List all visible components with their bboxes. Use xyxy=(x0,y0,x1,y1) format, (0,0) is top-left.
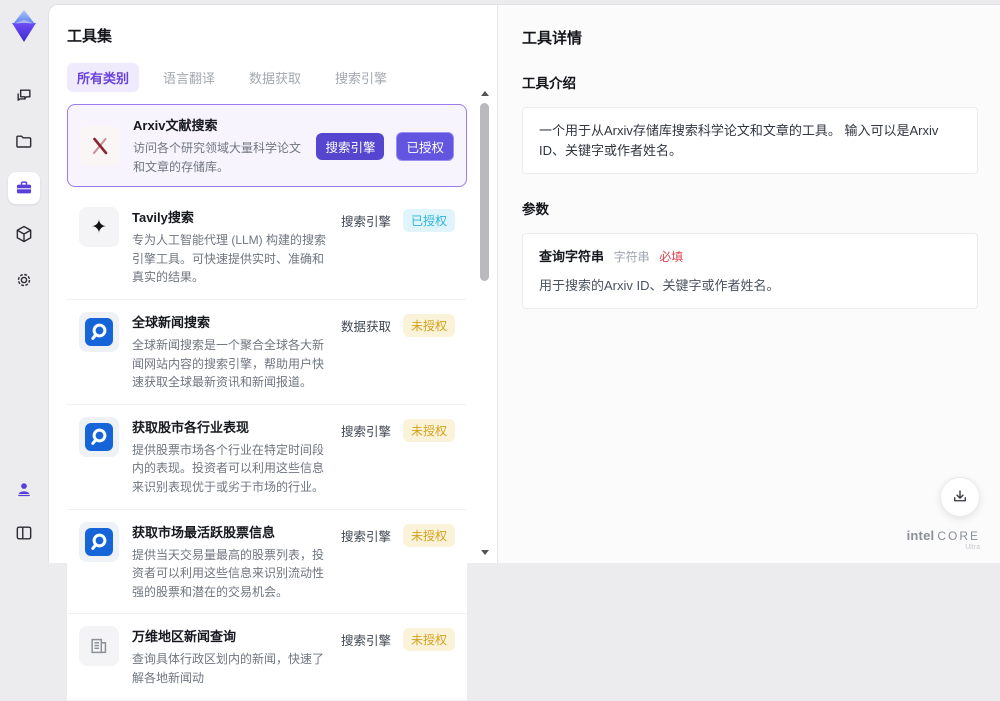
intel-wordmark: intel xyxy=(907,528,935,543)
intro-text: 一个用于从Arxiv存储库搜索科学论文和文章的工具。 输入可以是Arxiv ID… xyxy=(539,123,938,158)
tool-row-arxiv[interactable]: Arxiv文献搜索 访问各个研究领域大量科学论文和文章的存储库。 搜索引擎 已授… xyxy=(67,104,467,187)
tool-info: 获取股市各行业表现 提供股票市场各个行业在特定时间段内的表现。投资者可以利用这些… xyxy=(132,417,328,497)
newspaper-icon xyxy=(79,626,119,666)
tab-data-fetch[interactable]: 数据获取 xyxy=(239,63,311,92)
tool-row-sector-performance[interactable]: 获取股市各行业表现 提供股票市场各个行业在特定时间段内的表现。投资者可以利用这些… xyxy=(67,405,467,510)
folder-icon xyxy=(14,132,34,152)
tool-description: 提供股票市场各个行业在特定时间段内的表现。投资者可以利用这些信息来识别表现优于或… xyxy=(132,441,328,497)
gear-icon xyxy=(14,270,34,290)
intel-core-logo: intelCORE Ultra xyxy=(907,529,980,551)
panel-toggle-icon xyxy=(14,523,34,543)
stock-search-icon xyxy=(79,522,119,562)
list-scrollbar[interactable] xyxy=(480,91,490,555)
tool-description: 查询具体行政区划内的新闻，快速了解各地新闻动 xyxy=(132,650,328,687)
tab-all-categories[interactable]: 所有类别 xyxy=(67,63,139,92)
category-label: 搜索引擎 xyxy=(341,526,391,545)
tool-name: 万维地区新闻查询 xyxy=(132,626,328,645)
detail-title: 工具详情 xyxy=(522,27,978,48)
tool-name: Tavily搜索 xyxy=(132,207,328,226)
param-type: 字符串 xyxy=(614,250,650,264)
tool-info: 全球新闻搜索 全球新闻搜索是一个聚合全球各大新闻网站内容的搜索引擎，帮助用户快速… xyxy=(132,312,328,392)
category-label: 搜索引擎 xyxy=(341,630,391,649)
tool-detail-panel: 工具详情 工具介绍 一个用于从Arxiv存储库搜索科学论文和文章的工具。 输入可… xyxy=(498,5,1000,563)
param-header: 查询字符串 字符串 必填 xyxy=(539,247,961,267)
category-badge: 搜索引擎 xyxy=(316,133,384,160)
tool-description: 提供当天交易量最高的股票列表，投资者可以利用这些信息来识别流动性强的股票和潜在的… xyxy=(132,546,328,602)
download-icon xyxy=(951,488,969,506)
tool-name: 获取股市各行业表现 xyxy=(132,417,328,436)
app-sidebar xyxy=(0,0,48,563)
category-label: 搜索引擎 xyxy=(341,421,391,440)
star-glyph: ✦ xyxy=(91,218,107,237)
sidebar-item-account[interactable] xyxy=(8,473,40,505)
toolbox-icon xyxy=(14,178,34,198)
tool-tags: 搜索引擎 已授权 xyxy=(341,207,455,232)
tool-description: 访问各个研究领域大量科学论文和文章的存储库。 xyxy=(133,139,303,176)
core-sub-label: Ultra xyxy=(907,544,980,551)
status-badge: 已授权 xyxy=(403,209,455,232)
tool-tags: 搜索引擎 已授权 xyxy=(316,130,454,161)
status-badge: 未授权 xyxy=(403,628,455,651)
category-label: 数据获取 xyxy=(341,316,391,335)
sidebar-item-collapse[interactable] xyxy=(8,517,40,549)
tool-description: 全球新闻搜索是一个聚合全球各大新闻网站内容的搜索引擎，帮助用户快速获取全球最新资… xyxy=(132,336,328,392)
tool-list-panel: 工具集 所有类别 语言翻译 数据获取 搜索引擎 Arxiv文献搜索 访问各个研究… xyxy=(49,5,498,563)
stock-search-icon xyxy=(79,417,119,457)
tool-tags: 搜索引擎 未授权 xyxy=(341,626,455,651)
param-required-flag: 必填 xyxy=(659,250,683,264)
sidebar-item-files[interactable] xyxy=(8,126,40,158)
page-title: 工具集 xyxy=(67,25,497,46)
param-card: 查询字符串 字符串 必填 用于搜索的Arxiv ID、关键字或作者姓名。 xyxy=(522,233,978,309)
status-badge: 未授权 xyxy=(403,314,455,337)
tool-description: 专为人工智能代理 (LLM) 构建的搜索引擎工具。可快速提供实时、准确和真实的结… xyxy=(132,231,328,287)
tool-list: Arxiv文献搜索 访问各个研究领域大量科学论文和文章的存储库。 搜索引擎 已授… xyxy=(67,104,467,701)
tab-search-engine[interactable]: 搜索引擎 xyxy=(325,63,397,92)
scrollbar-thumb[interactable] xyxy=(480,103,489,281)
sidebar-bottom xyxy=(8,473,40,549)
cube-icon xyxy=(14,224,34,244)
tab-translation[interactable]: 语言翻译 xyxy=(153,63,225,92)
sidebar-item-packages[interactable] xyxy=(8,218,40,250)
scroll-down-icon[interactable] xyxy=(481,550,489,555)
tool-tags: 搜索引擎 未授权 xyxy=(341,522,455,547)
sidebar-item-settings[interactable] xyxy=(8,264,40,296)
category-label: 搜索引擎 xyxy=(341,211,391,230)
param-description: 用于搜索的Arxiv ID、关键字或作者姓名。 xyxy=(539,276,961,296)
tool-tags: 数据获取 未授权 xyxy=(341,312,455,337)
tool-info: 获取市场最活跃股票信息 提供当天交易量最高的股票列表，投资者可以利用这些信息来识… xyxy=(132,522,328,602)
chat-icon xyxy=(14,86,34,106)
tool-name: Arxiv文献搜索 xyxy=(133,115,303,134)
sidebar-nav xyxy=(8,80,40,296)
tool-info: 万维地区新闻查询 查询具体行政区划内的新闻，快速了解各地新闻动 xyxy=(132,626,328,687)
core-wordmark: CORE xyxy=(937,529,980,543)
param-name: 查询字符串 xyxy=(539,249,604,264)
app-logo-icon[interactable] xyxy=(9,10,39,42)
tool-row-active-stocks[interactable]: 获取市场最活跃股票信息 提供当天交易量最高的股票列表，投资者可以利用这些信息来识… xyxy=(67,510,467,615)
intro-heading: 工具介绍 xyxy=(522,72,978,92)
status-badge: 未授权 xyxy=(403,419,455,442)
tavily-icon: ✦ xyxy=(79,207,119,247)
tool-row-tavily[interactable]: ✦ Tavily搜索 专为人工智能代理 (LLM) 构建的搜索引擎工具。可快速提… xyxy=(67,195,467,300)
tool-name: 获取市场最活跃股票信息 xyxy=(132,522,328,541)
status-badge: 未授权 xyxy=(403,524,455,547)
download-button[interactable] xyxy=(940,477,980,517)
main-area: 工具集 所有类别 语言翻译 数据获取 搜索引擎 Arxiv文献搜索 访问各个研究… xyxy=(48,4,1000,563)
tool-row-global-news[interactable]: 全球新闻搜索 全球新闻搜索是一个聚合全球各大新闻网站内容的搜索引擎，帮助用户快速… xyxy=(67,300,467,405)
params-heading: 参数 xyxy=(522,198,978,218)
tool-info: Tavily搜索 专为人工智能代理 (LLM) 构建的搜索引擎工具。可快速提供实… xyxy=(132,207,328,287)
category-tabs: 所有类别 语言翻译 数据获取 搜索引擎 xyxy=(67,63,497,92)
intro-card: 一个用于从Arxiv存储库搜索科学论文和文章的工具。 输入可以是Arxiv ID… xyxy=(522,107,978,174)
tool-name: 全球新闻搜索 xyxy=(132,312,328,331)
tool-row-regional-news[interactable]: 万维地区新闻查询 查询具体行政区划内的新闻，快速了解各地新闻动 搜索引擎 未授权 xyxy=(67,614,467,700)
status-badge: 已授权 xyxy=(396,132,454,161)
tool-tags: 搜索引擎 未授权 xyxy=(341,417,455,442)
user-icon xyxy=(14,479,34,499)
news-search-icon xyxy=(79,312,119,352)
sidebar-item-chat[interactable] xyxy=(8,80,40,112)
tool-info: Arxiv文献搜索 访问各个研究领域大量科学论文和文章的存储库。 xyxy=(133,115,303,176)
scroll-up-icon[interactable] xyxy=(481,91,489,96)
sidebar-item-toolbox[interactable] xyxy=(8,172,40,204)
arxiv-icon xyxy=(80,126,120,166)
